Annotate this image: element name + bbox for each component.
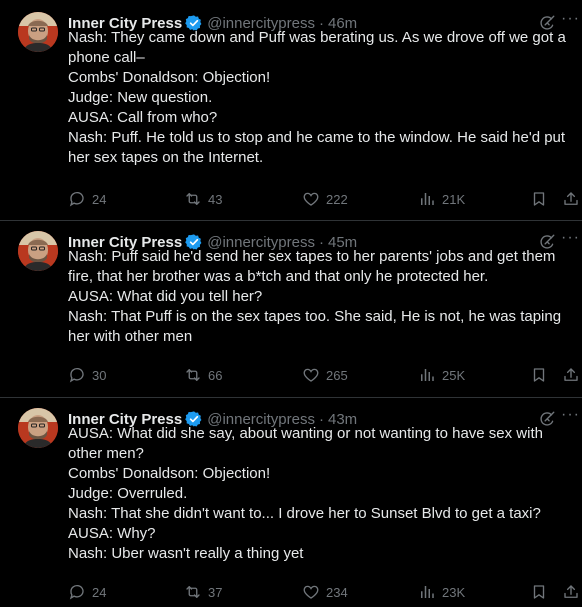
action-bar: 24 43 222 21K xyxy=(68,190,582,210)
tweet-text-line: AUSA: Call from who? xyxy=(68,109,218,126)
bookmark-button[interactable] xyxy=(530,190,554,208)
share-button[interactable] xyxy=(562,583,582,601)
replies-count: 24 xyxy=(92,584,107,600)
share-icon xyxy=(562,583,582,601)
like-icon xyxy=(302,190,326,208)
reply-button[interactable]: 24 xyxy=(68,583,106,601)
avatar[interactable] xyxy=(18,12,58,52)
tweet-text-line: Nash: Puff. He told us to stop and he ca… xyxy=(68,129,566,146)
likes-count: 265 xyxy=(326,367,348,383)
tweet-text: Nash: They came down and Puff was berati… xyxy=(68,28,580,168)
action-bar: 30 66 265 25K xyxy=(68,366,582,386)
timeline-feed: Inner City Press @innercitypress · 46m ··· Na… xyxy=(0,0,582,607)
tweet-text-line: other men? xyxy=(68,445,144,462)
repost-button[interactable]: 66 xyxy=(184,366,222,384)
bookmark-button[interactable] xyxy=(530,366,554,384)
views-count: 23K xyxy=(442,584,466,600)
views-icon xyxy=(418,190,442,208)
more-icon[interactable]: ··· xyxy=(561,229,580,247)
tweet-text-line: Judge: Overruled. xyxy=(68,485,188,502)
share-icon xyxy=(562,190,582,208)
views-count: 21K xyxy=(442,191,466,207)
action-bar: 24 37 234 23K xyxy=(68,583,582,603)
share-icon xyxy=(562,366,582,384)
like-button[interactable]: 222 xyxy=(302,190,348,208)
avatar[interactable] xyxy=(18,408,58,448)
reply-button[interactable]: 24 xyxy=(68,190,106,208)
like-icon xyxy=(302,583,326,601)
views-icon xyxy=(418,583,442,601)
more-icon[interactable]: ··· xyxy=(561,10,580,28)
repost-icon xyxy=(184,190,208,208)
reply-button[interactable]: 30 xyxy=(68,366,106,384)
reposts-count: 43 xyxy=(208,191,223,207)
tweet-text-line: Combs' Donaldson: Objection! xyxy=(68,69,271,86)
bookmark-button[interactable] xyxy=(530,583,554,601)
tweet-text-line: phone call– xyxy=(68,49,145,66)
reposts-count: 66 xyxy=(208,367,223,383)
views-button[interactable]: 21K xyxy=(418,190,465,208)
reposts-count: 37 xyxy=(208,584,223,600)
tweet-text-line: Nash: They came down and Puff was berati… xyxy=(68,29,566,46)
bookmark-icon xyxy=(530,366,554,384)
share-button[interactable] xyxy=(562,366,582,384)
bookmark-icon xyxy=(530,190,554,208)
tweet-text-line: Nash: Uber wasn't really a thing yet xyxy=(68,545,304,562)
likes-count: 222 xyxy=(326,191,348,207)
tweet-text: AUSA: What did she say, about wanting or… xyxy=(68,424,580,564)
reply-icon xyxy=(68,366,92,384)
tweet-text-line: Combs' Donaldson: Objection! xyxy=(68,465,271,482)
tweet-text-line: AUSA: Why? xyxy=(68,525,156,542)
tweet-text-line: Nash: That she didn't want to... I drove… xyxy=(68,505,541,522)
replies-count: 30 xyxy=(92,367,107,383)
tweet-text-line: AUSA: What did you tell her? xyxy=(68,288,263,305)
tweet-text-line: her with other men xyxy=(68,328,193,345)
tweet-text-line: Nash: That Puff is on the sex tapes too.… xyxy=(68,308,562,325)
views-icon xyxy=(418,366,442,384)
repost-icon xyxy=(184,366,208,384)
likes-count: 234 xyxy=(326,584,348,600)
tweet-text-line: fire, that her brother was a b*tch and t… xyxy=(68,268,489,285)
like-button[interactable]: 234 xyxy=(302,583,348,601)
reply-icon xyxy=(68,190,92,208)
reply-icon xyxy=(68,583,92,601)
tweet-text-line: her sex tapes on the Internet. xyxy=(68,149,264,166)
tweet-divider xyxy=(0,397,582,398)
tweet-text-line: Judge: New question. xyxy=(68,89,213,106)
tweet-text-line: AUSA: What did she say, about wanting or… xyxy=(68,425,543,442)
bookmark-icon xyxy=(530,583,554,601)
more-icon[interactable]: ··· xyxy=(561,406,580,424)
avatar[interactable] xyxy=(18,231,58,271)
views-button[interactable]: 23K xyxy=(418,583,465,601)
views-button[interactable]: 25K xyxy=(418,366,465,384)
views-count: 25K xyxy=(442,367,466,383)
like-icon xyxy=(302,366,326,384)
tweet-text-line: Nash: Puff said he'd send her sex tapes … xyxy=(68,248,556,265)
tweet-divider xyxy=(0,220,582,221)
like-button[interactable]: 265 xyxy=(302,366,348,384)
share-button[interactable] xyxy=(562,190,582,208)
repost-button[interactable]: 43 xyxy=(184,190,222,208)
repost-icon xyxy=(184,583,208,601)
replies-count: 24 xyxy=(92,191,107,207)
repost-button[interactable]: 37 xyxy=(184,583,222,601)
tweet-text: Nash: Puff said he'd send her sex tapes … xyxy=(68,247,580,347)
